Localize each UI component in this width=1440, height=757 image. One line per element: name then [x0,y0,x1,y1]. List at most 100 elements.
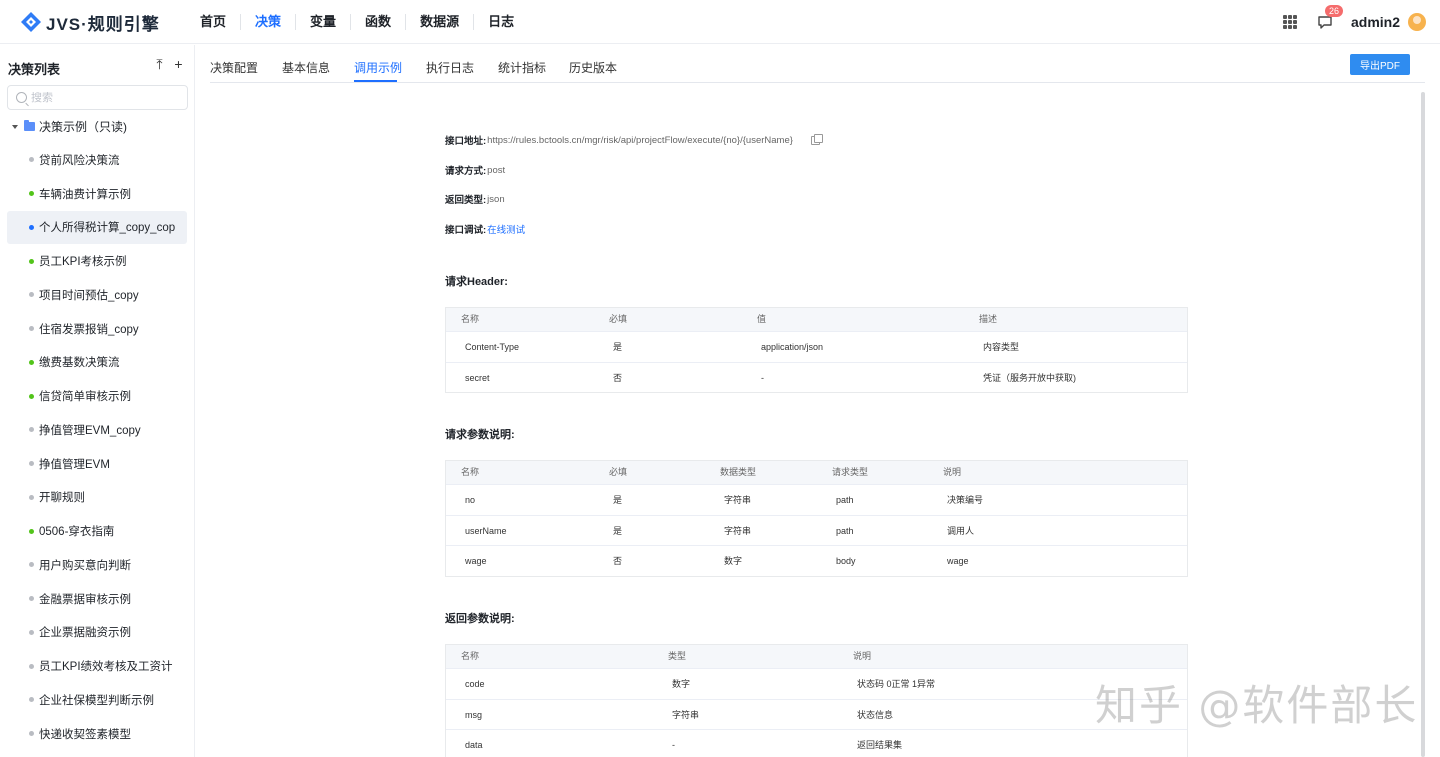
online-test-link[interactable]: 在线测试 [487,222,525,236]
sidebar-item-label: 金融票据审核示例 [39,593,131,606]
status-dot-icon [29,258,34,264]
table-cell: 否 [613,556,623,566]
tab-5[interactable]: 历史版本 [569,59,617,76]
table-row: Content-Type 是 application/json 内容类型 [446,331,1187,362]
sidebar-item[interactable]: 企业社保模型判断示例 [7,683,187,717]
sidebar-item[interactable]: 员工KPI绩效考核及工资计 [7,649,187,683]
table-cell: 状态信息 [857,709,894,720]
sidebar-item[interactable]: 车辆油费计算示例 [7,177,187,211]
table-cell: no [465,495,476,505]
api-method-value: post [487,164,506,176]
sidebar-item-label: 个人所得税计算_copy_cop [39,222,176,235]
sidebar-title: 决策列表 [8,62,61,77]
sidebar-item-label: 住宿发票报销_copy [39,323,139,336]
nav-item-1[interactable]: 决策 [241,14,297,30]
logo-icon [21,12,41,32]
api-debug-label: 接口调试: [445,225,487,236]
export-pdf-button[interactable]: 导出PDF [1350,54,1410,75]
table-cell: 内容类型 [983,342,1020,352]
api-url-label: 接口地址: [445,136,487,147]
table-cell: - [672,740,675,750]
sidebar-item[interactable]: 信贷简单审核示例 [7,379,187,413]
table-cell: 否 [613,372,623,383]
apps-grid-icon[interactable] [1282,15,1297,29]
tab-4[interactable]: 统计指标 [498,59,546,76]
table-cell: 是 [613,525,623,536]
sidebar-item[interactable]: 缴费基数决策流 [7,346,187,380]
tab-2[interactable]: 调用示例 [354,59,402,76]
status-dot-icon [29,629,34,635]
status-dot-icon [29,494,34,500]
tree-root-folder[interactable]: 决策示例（只读) [12,118,127,135]
logo-text: JVS·规则引擎 [46,14,160,34]
sidebar-item-label: 快递收契签素模型 [39,728,131,741]
sidebar-item[interactable]: 快递收契签素模型 [7,717,187,751]
api-return-type-label: 返回类型: [445,195,487,206]
tree-root-label: 决策示例（只读) [39,120,127,134]
table-row: data - 返回结果集 [446,729,1187,757]
sidebar-item-label: 挣值管理EVM_copy [39,424,141,437]
sidebar-item-label: 企业社保模型判断示例 [39,694,154,707]
table-cell: - [761,372,764,383]
upload-icon[interactable]: ⤒ [153,57,166,71]
tab-0[interactable]: 决策配置 [210,59,258,76]
copy-icon[interactable] [810,133,823,145]
return-section-title: 返回参数说明: [445,613,515,625]
sidebar-item[interactable]: 员工KPI考核示例 [7,244,187,278]
table-cell: wage [465,556,487,566]
sidebar-item-label: 员工KPI绩效考核及工资计 [39,661,173,674]
avatar[interactable] [1408,13,1426,31]
sidebar-item[interactable]: 挣值管理EVM_copy [7,413,187,447]
nav-item-2[interactable]: 变量 [296,14,352,30]
sidebar-item[interactable]: 金融票据审核示例 [7,582,187,616]
sidebar-item[interactable]: 企业票据融资示例 [7,616,187,650]
column-header: 请求类型 [832,467,869,477]
table-header: 名称 必填 值 描述 [446,308,1187,331]
table-cell: 数字 [724,556,743,566]
status-dot-icon [29,697,34,703]
sidebar-item[interactable]: 个人所得税计算_copy_cop [7,210,187,245]
tab-1[interactable]: 基本信息 [282,59,330,76]
status-dot-icon [29,292,34,298]
table-cell: 字符串 [724,525,752,536]
search-input[interactable] [31,91,181,104]
column-header: 名称 [461,314,480,324]
sidebar-item-label: 员工KPI考核示例 [39,256,127,269]
nav-item-5[interactable]: 日志 [474,14,528,30]
content-scrollbar[interactable] [1421,92,1425,757]
sidebar-item-label: 信贷简单审核示例 [39,391,131,404]
sidebar-item[interactable]: 挣值管理EVM [7,447,187,481]
status-dot-icon [29,427,34,433]
sidebar-item[interactable]: 住宿发票报销_copy [7,312,187,346]
table-cell: 数字 [672,679,691,689]
sidebar-item[interactable]: 用户购买意向判断 [7,548,187,582]
table-cell: 决策编号 [947,495,984,505]
column-header: 数据类型 [720,467,757,477]
sidebar-item[interactable]: 开聊规则 [7,481,187,515]
nav-item-3[interactable]: 函数 [351,14,407,30]
caret-down-icon[interactable] [12,124,18,129]
sidebar-item[interactable]: 0506-穿衣指南 [7,514,187,548]
tab-3[interactable]: 执行日志 [426,59,474,76]
params-section-title: 请求参数说明: [445,429,515,441]
api-url-row: 接口地址: https://rules.bctools.cn/mgr/risk/… [445,133,823,147]
api-return-type-row: 返回类型: json [445,192,505,207]
column-header: 名称 [461,467,480,477]
status-dot-icon [29,562,34,568]
nav-item-0[interactable]: 首页 [186,14,242,30]
status-dot-icon [29,461,34,467]
username[interactable]: admin2 [1351,14,1400,30]
nav-item-4[interactable]: 数据源 [406,14,475,30]
table-cell: 是 [613,495,623,505]
app-logo[interactable]: JVS·规则引擎 [20,10,160,34]
table-row: userName 是 字符串 path 调用人 [446,514,1187,546]
sidebar-item[interactable]: 贷前风险决策流 [7,143,187,177]
table-cell: path [836,525,854,536]
sidebar-item[interactable]: 项目时间预估_copy [7,278,187,312]
notifications-button[interactable]: 26 [1317,5,1343,30]
table-row: no 是 字符串 path 决策编号 [446,484,1187,515]
table-cell: msg [465,709,483,720]
table-cell: 字符串 [672,709,700,720]
table-cell: body [836,556,856,566]
add-icon[interactable]: + [172,57,185,71]
